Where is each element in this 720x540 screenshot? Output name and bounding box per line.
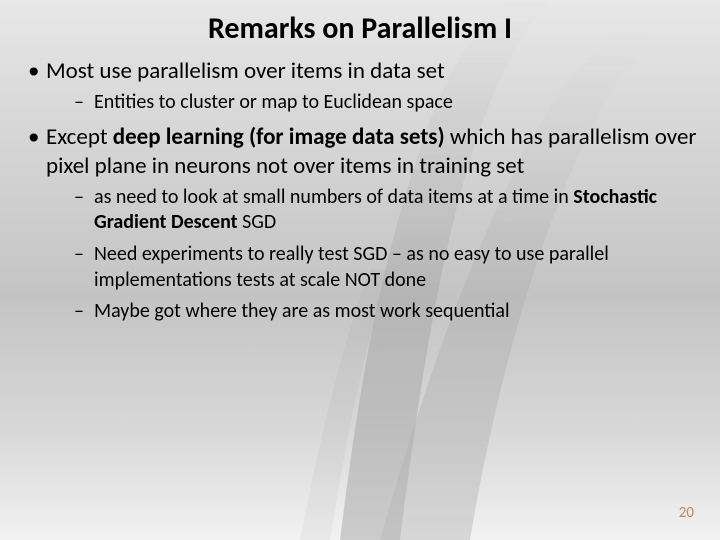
bullet-text-bold: deep learning (for image data sets) <box>113 123 445 151</box>
bullet-text-prefix: Except <box>46 123 113 151</box>
bullet-list: Most use parallelism over items in data … <box>22 57 698 325</box>
sub-bullet-text: Need experiments to really test SGD – as… <box>94 242 609 292</box>
bullet-item: Except deep learning (for image data set… <box>22 123 698 324</box>
sub-bullet-item: Maybe got where they are as most work se… <box>46 299 698 325</box>
slide-title: Remarks on Parallelism I <box>22 10 698 47</box>
bullet-text: Most use parallelism over items in data … <box>46 57 445 85</box>
sub-bullet-item: Need experiments to really test SGD – as… <box>46 242 698 293</box>
bullet-item: Most use parallelism over items in data … <box>22 57 698 115</box>
sub-bullet-text: Entities to cluster or map to Euclidean … <box>94 90 453 114</box>
sub-list: Entities to cluster or map to Euclidean … <box>46 90 698 116</box>
slide-content: Remarks on Parallelism I Most use parall… <box>0 0 720 540</box>
sub-bullet-item: Entities to cluster or map to Euclidean … <box>46 90 698 116</box>
page-number: 20 <box>679 504 694 522</box>
sub-bullet-text-suffix: SGD <box>238 210 277 234</box>
sub-bullet-text-prefix: as need to look at small numbers of data… <box>94 185 573 209</box>
sub-list: as need to look at small numbers of data… <box>46 185 698 325</box>
sub-bullet-item: as need to look at small numbers of data… <box>46 185 698 236</box>
sub-bullet-text: Maybe got where they are as most work se… <box>94 299 510 323</box>
